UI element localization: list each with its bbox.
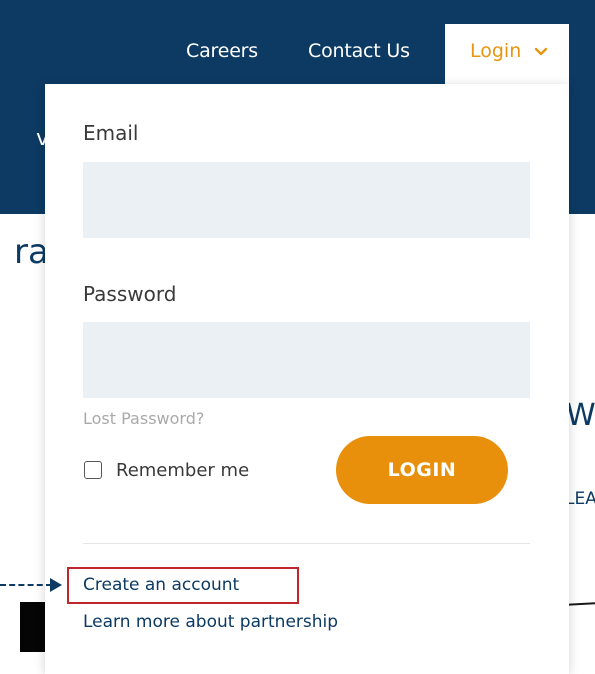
- divider: [83, 543, 530, 544]
- annotation-arrow-line: [0, 584, 52, 586]
- background-divider-fragment: [566, 602, 595, 606]
- login-tab-label[interactable]: Login: [470, 40, 521, 62]
- background-link-fragment: LEA: [565, 489, 595, 509]
- password-label: Password: [83, 282, 177, 306]
- password-field[interactable]: [83, 322, 530, 398]
- remember-me-checkbox[interactable]: [84, 461, 102, 479]
- background-heading-fragment: ra: [14, 232, 49, 272]
- login-button[interactable]: LOGIN: [336, 436, 508, 504]
- nav-careers-link[interactable]: Careers: [186, 40, 258, 62]
- remember-me-label[interactable]: Remember me: [116, 460, 249, 481]
- chevron-down-icon[interactable]: [533, 44, 549, 60]
- partnership-link[interactable]: Learn more about partnership: [83, 612, 338, 632]
- email-label: Email: [83, 121, 139, 145]
- email-field[interactable]: [83, 162, 530, 238]
- highlight-box: [67, 567, 299, 604]
- arrow-right-icon: [50, 578, 62, 592]
- background-heading-fragment-right: W: [566, 398, 595, 433]
- background-image-fragment: [20, 602, 46, 652]
- nav-contact-link[interactable]: Contact Us: [308, 40, 410, 62]
- lost-password-link[interactable]: Lost Password?: [83, 409, 204, 428]
